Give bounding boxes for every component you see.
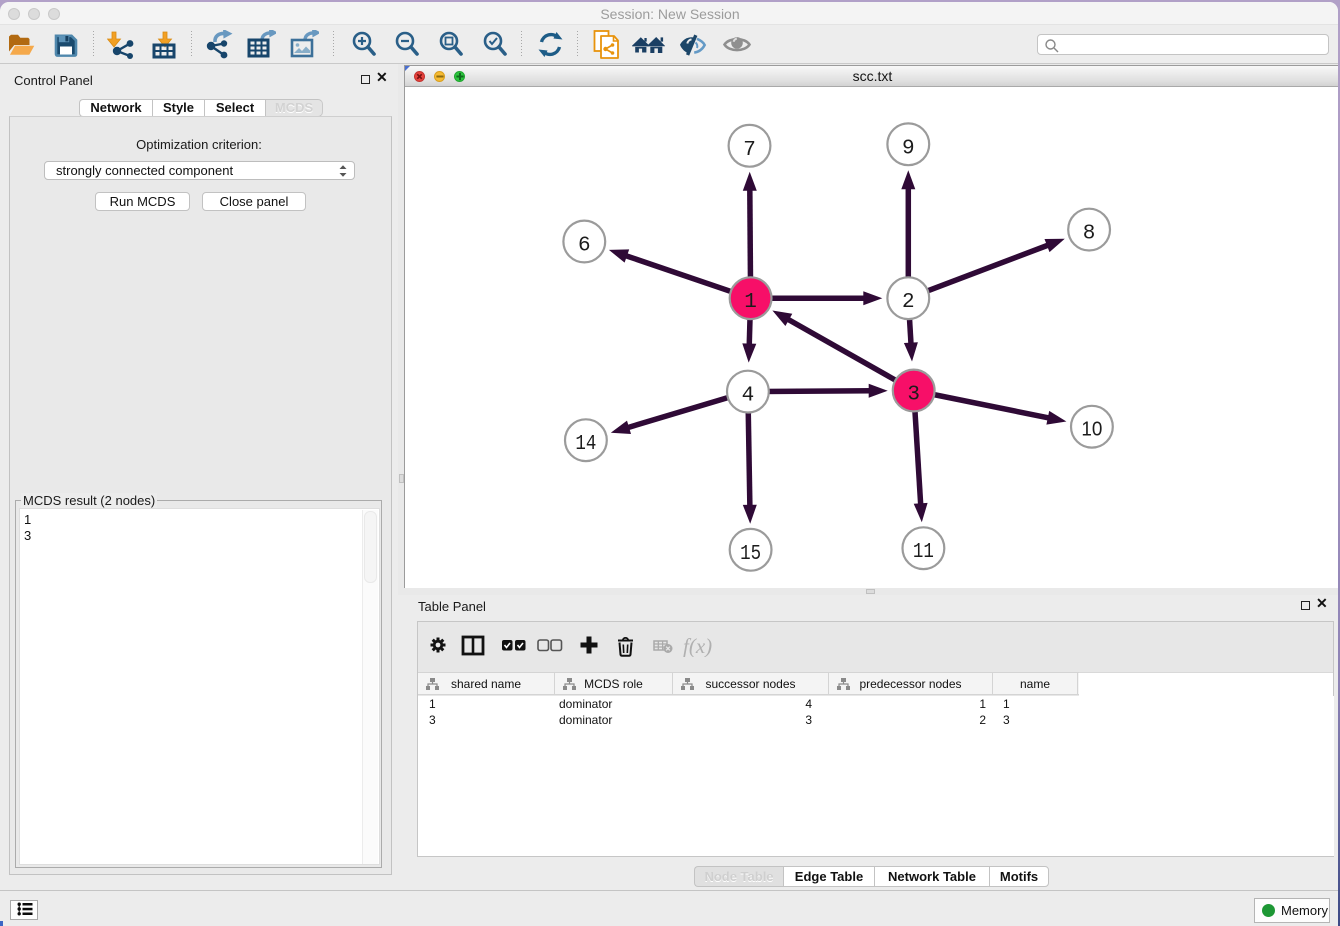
svg-text:4: 4 [742, 385, 755, 408]
svg-text:2: 2 [902, 291, 915, 314]
svg-text:14: 14 [575, 433, 596, 456]
svg-text:3: 3 [907, 384, 920, 407]
svg-text:15: 15 [740, 543, 761, 566]
svg-text:9: 9 [902, 137, 915, 160]
svg-text:11: 11 [913, 541, 934, 564]
svg-text:10: 10 [1081, 419, 1102, 441]
svg-text:1: 1 [744, 291, 757, 314]
svg-text:8: 8 [1083, 223, 1096, 246]
svg-text:7: 7 [743, 139, 756, 162]
svg-text:6: 6 [578, 235, 591, 258]
svg-text:f(x): f(x) [683, 635, 712, 657]
